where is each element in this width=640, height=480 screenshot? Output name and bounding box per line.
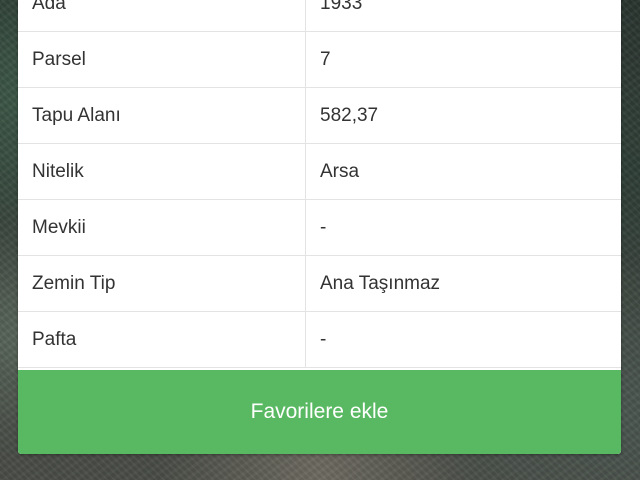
row-label: Pafta xyxy=(18,311,306,368)
table-row-mevkii: Mevkii - xyxy=(18,199,621,256)
row-value: 7 xyxy=(305,31,621,88)
table-row-ada: Ada 1933 xyxy=(18,0,621,32)
row-label: Mevkii xyxy=(18,199,306,256)
row-value: Ana Taşınmaz xyxy=(305,255,621,312)
row-value: - xyxy=(305,199,621,256)
row-value: - xyxy=(305,311,621,368)
row-value: 582,37 xyxy=(305,87,621,144)
table-row-nitelik: Nitelik Arsa xyxy=(18,143,621,200)
parcel-info-card: Ada 1933 Parsel 7 Tapu Alanı 582,37 Nite… xyxy=(18,0,621,454)
row-label: Ada xyxy=(18,0,306,32)
row-label: Zemin Tip xyxy=(18,255,306,312)
add-to-favorites-button[interactable]: Favorilere ekle xyxy=(18,370,621,454)
table-row-zemin-tip: Zemin Tip Ana Taşınmaz xyxy=(18,255,621,312)
row-label: Tapu Alanı xyxy=(18,87,306,144)
table-row-parsel: Parsel 7 xyxy=(18,31,621,88)
row-value: Arsa xyxy=(305,143,621,200)
table-row-tapu-alani: Tapu Alanı 582,37 xyxy=(18,87,621,144)
row-value: 1933 xyxy=(305,0,621,32)
parcel-info-table: Ada 1933 Parsel 7 Tapu Alanı 582,37 Nite… xyxy=(18,0,621,368)
row-label: Parsel xyxy=(18,31,306,88)
row-label: Nitelik xyxy=(18,143,306,200)
table-row-pafta: Pafta - xyxy=(18,311,621,368)
